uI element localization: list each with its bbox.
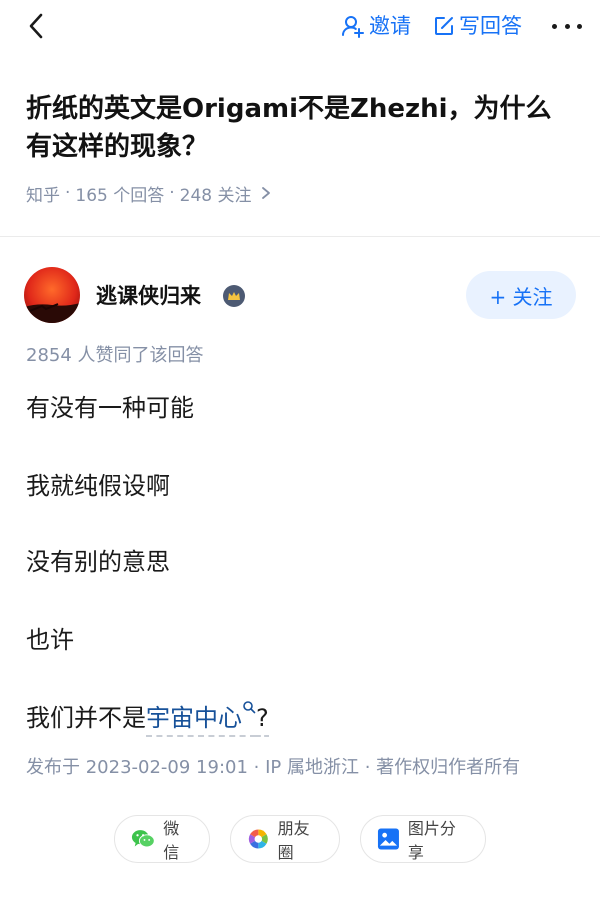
keyword-link[interactable]: 宇宙中心 [146, 701, 256, 737]
author-name[interactable]: 逃课侠归来 [96, 282, 201, 310]
answer-line: 没有别的意思 [26, 548, 170, 576]
answer-line: 也许 [26, 626, 74, 654]
question-title[interactable]: 折纸的英文是Origami不是Zhezhi，为什么有这样的现象？ [26, 90, 576, 166]
image-icon [377, 828, 399, 850]
answer-meta: 发布于 2023-02-09 19:01 · IP 属地浙江 · 著作权归作者所… [26, 757, 521, 778]
write-answer-label: 写回答 [459, 14, 522, 38]
share-image-button[interactable]: 图片分享 [360, 815, 486, 863]
answer-line: 我就纯假设啊 [26, 472, 170, 500]
wechat-icon [131, 830, 155, 848]
answer-text: ? [256, 704, 269, 737]
more-icon[interactable] [552, 10, 582, 42]
share-moments-label: 朋友圈 [277, 819, 310, 862]
answers-count: 165 个回答 [75, 185, 165, 206]
question-meta[interactable]: 知乎 · 165 个回答 · 248 关注 [26, 180, 272, 206]
keyword-text: 宇宙中心 [146, 704, 242, 732]
edit-icon [435, 17, 453, 35]
back-button[interactable] [20, 10, 52, 42]
share-wechat-button[interactable]: 微信 [114, 815, 210, 863]
divider [0, 236, 600, 237]
search-icon [243, 701, 256, 714]
top-actions: 邀请 写回答 [319, 10, 582, 42]
share-wechat-label: 微信 [163, 819, 180, 862]
vote-count: 2854 人赞同了该回答 [26, 345, 204, 366]
share-moments-button[interactable]: 朋友圈 [230, 815, 340, 863]
meta-separator: · [65, 183, 71, 203]
crown-badge-icon [222, 284, 246, 308]
follow-button[interactable]: + 关注 [466, 271, 576, 319]
moments-icon [248, 829, 268, 849]
source-label: 知乎 [26, 185, 60, 206]
answer-text: 我们并不是 [26, 704, 146, 732]
meta-separator: · [169, 183, 175, 203]
answer-line: 有没有一种可能 [26, 394, 194, 422]
write-answer-button[interactable]: 写回答 [433, 10, 522, 42]
back-icon [29, 13, 43, 39]
invite-button[interactable]: 邀请 [341, 10, 411, 42]
invite-icon [342, 16, 364, 38]
share-image-label: 图片分享 [407, 819, 456, 862]
avatar[interactable] [24, 267, 80, 323]
chevron-right-icon [261, 187, 270, 199]
top-bar: 邀请 写回答 [0, 0, 600, 52]
followers-count: 248 关注 [179, 185, 252, 206]
invite-label: 邀请 [369, 14, 411, 38]
answer-line-last: 我们并不是宇宙中心? [26, 701, 269, 737]
